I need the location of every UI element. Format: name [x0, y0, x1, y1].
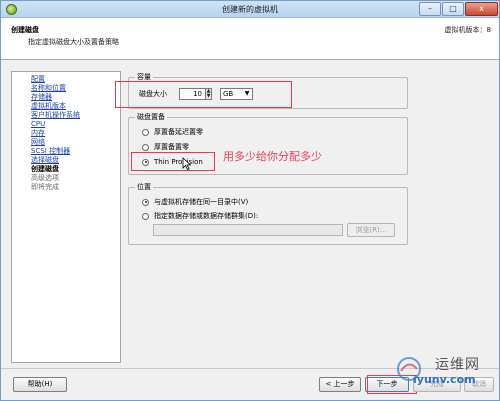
wizard-window: 创建新的虚拟机 – □ x 创建磁盘 指定虚拟磁盘大小及置备策略 虚拟机版本：8…	[0, 0, 500, 401]
nav-step-storage[interactable]: 存储器	[31, 93, 120, 102]
close-button[interactable]: x	[465, 2, 498, 16]
minimize-button[interactable]: –	[419, 2, 441, 16]
watermark-cn-text: 运维网	[435, 357, 480, 373]
radio-circle[interactable]	[142, 128, 149, 136]
radio-label: 指定数据存储或数据存储群集(D):	[154, 211, 259, 220]
site-watermark: 运维网 iyunv.com	[393, 351, 500, 401]
mouse-cursor-icon	[182, 157, 191, 170]
annotation-box-thin	[131, 152, 215, 171]
page-title: 创建磁盘	[11, 26, 39, 34]
nav-step-create-disk: 创建磁盘	[31, 165, 59, 173]
provisioning-legend: 磁盘置备	[135, 113, 167, 122]
wizard-header: 创建磁盘 指定虚拟磁盘大小及置备策略 虚拟机版本：8	[1, 18, 499, 60]
page-subtitle: 指定虚拟磁盘大小及置备策略	[28, 38, 119, 46]
radio-same-directory[interactable]: 与虚拟机存储在同一目录中(V)	[142, 197, 248, 207]
radio-label: 与虚拟机存储在同一目录中(V)	[154, 197, 249, 206]
radio-thick-eager-zeroed[interactable]: 厚置备置零	[142, 142, 189, 152]
watermark-url-text: iyunv.com	[413, 373, 476, 386]
radio-circle[interactable]	[142, 198, 149, 206]
title-bar: 创建新的虚拟机 – □ x	[1, 1, 499, 18]
vm-version-label: 虚拟机版本：8	[444, 26, 491, 34]
annotation-note: 用多少给你分配多少	[223, 150, 322, 163]
datastore-path-input	[153, 224, 343, 236]
radio-label: 厚置备置零	[154, 142, 189, 151]
nav-step-config[interactable]: 配置	[31, 75, 120, 84]
annotation-box-disk-size	[115, 81, 292, 108]
nav-step-name-location[interactable]: 名称和位置	[31, 84, 120, 93]
nav-step-vm-version[interactable]: 虚拟机版本	[31, 102, 120, 111]
radio-circle[interactable]	[142, 143, 149, 151]
nav-step-cpu[interactable]: CPU	[31, 120, 120, 129]
nav-step-select-disk[interactable]: 选择磁盘	[31, 156, 120, 165]
nav-step-memory[interactable]: 内存	[31, 129, 120, 138]
nav-step-ready: 即将完成	[31, 183, 59, 191]
nav-step-scsi[interactable]: SCSI 控制器	[31, 147, 120, 156]
browse-button: 浏览(R)...	[347, 223, 395, 237]
radio-specify-datastore[interactable]: 指定数据存储或数据存储群集(D):	[142, 211, 258, 221]
location-legend: 位置	[135, 183, 153, 192]
wizard-step-list: 配置 名称和位置 存储器 虚拟机版本 客户机操作系统 CPU 内存 网络 SCS…	[11, 71, 121, 363]
back-button[interactable]: < 上一步	[319, 377, 361, 392]
maximize-button[interactable]: □	[442, 2, 464, 16]
nav-step-advanced: 高级选项	[31, 174, 59, 182]
radio-label: 厚置备延迟置零	[154, 127, 203, 136]
help-button[interactable]: 帮助(H)	[13, 377, 67, 392]
nav-step-network[interactable]: 网络	[31, 138, 120, 147]
nav-step-guest-os[interactable]: 客户机操作系统	[31, 111, 120, 120]
radio-thick-lazy-zeroed[interactable]: 厚置备延迟置零	[142, 127, 203, 137]
radio-circle[interactable]	[142, 212, 149, 220]
